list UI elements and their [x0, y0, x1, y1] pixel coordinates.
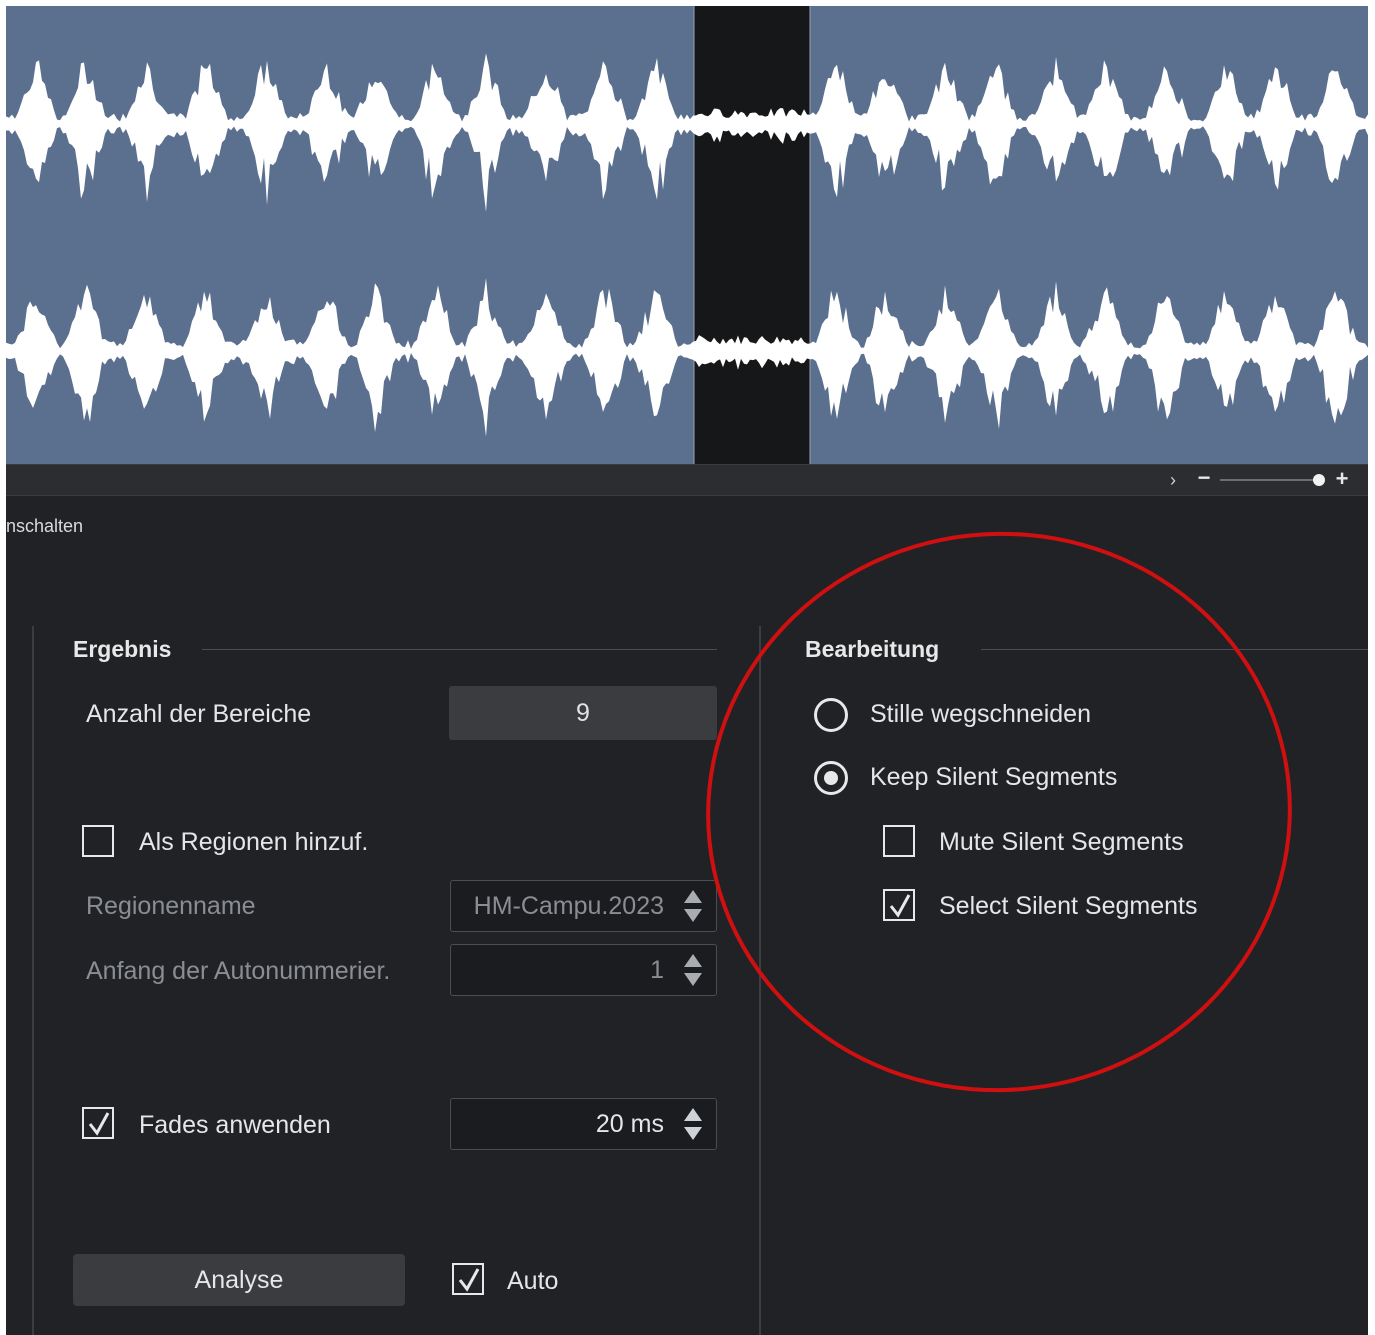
checkmark-icon	[88, 1112, 110, 1136]
result-group-title: Ergebnis	[73, 636, 172, 662]
waveform-channel-left	[6, 53, 1368, 212]
count-label: Anzahl der Bereiche	[86, 700, 312, 728]
add-regions-label[interactable]: Als Regionen hinzuf.	[139, 828, 368, 857]
fades-duration-value: 20 ms	[595, 1110, 664, 1138]
auto-checkbox[interactable]	[452, 1263, 484, 1295]
fades-label[interactable]: Fades anwenden	[139, 1111, 331, 1140]
region-name-value: HM-Campu.2023	[473, 892, 664, 920]
zoom-slider[interactable]	[1220, 479, 1324, 481]
add-regions-checkbox[interactable]	[82, 825, 114, 857]
analyse-button[interactable]: Analyse	[73, 1254, 405, 1306]
silence-selection	[694, 6, 810, 464]
waveform-scrollbar[interactable]: › − +	[6, 464, 1368, 496]
fades-checkbox[interactable]	[82, 1107, 114, 1139]
zoom-in-icon[interactable]: +	[1332, 468, 1352, 490]
autonumber-value: 1	[650, 956, 664, 984]
spin-arrows-icon[interactable]	[684, 890, 702, 924]
waveform-channel-right	[6, 278, 1368, 437]
autonumber-label: Anfang der Autonummerier.	[86, 957, 391, 985]
zoom-slider-thumb[interactable]	[1312, 474, 1325, 486]
checkmark-icon	[458, 1268, 480, 1292]
spin-arrows-icon[interactable]	[684, 954, 702, 988]
autonumber-field[interactable]: 1	[450, 944, 717, 996]
count-value: 9	[449, 686, 717, 740]
zoom-out-icon[interactable]: −	[1194, 467, 1214, 489]
region-name-field[interactable]: HM-Campu.2023	[450, 880, 717, 932]
section-tab-label[interactable]: nschalten	[6, 516, 83, 537]
strip-silence-window: › − + nschalten Ergebnis Anzahl der Bere…	[6, 6, 1368, 1335]
spin-arrows-icon[interactable]	[684, 1108, 702, 1142]
auto-label[interactable]: Auto	[507, 1267, 558, 1296]
waveform-display[interactable]	[6, 6, 1368, 464]
chevron-right-icon[interactable]: ›	[1166, 469, 1180, 491]
region-name-label: Regionenname	[86, 892, 256, 920]
waveform-graphic	[6, 6, 1368, 464]
result-group-rule	[202, 649, 717, 650]
highlight-circle-annotation	[678, 502, 1320, 1122]
left-divider	[32, 626, 34, 1335]
fades-duration-field[interactable]: 20 ms	[450, 1098, 717, 1150]
